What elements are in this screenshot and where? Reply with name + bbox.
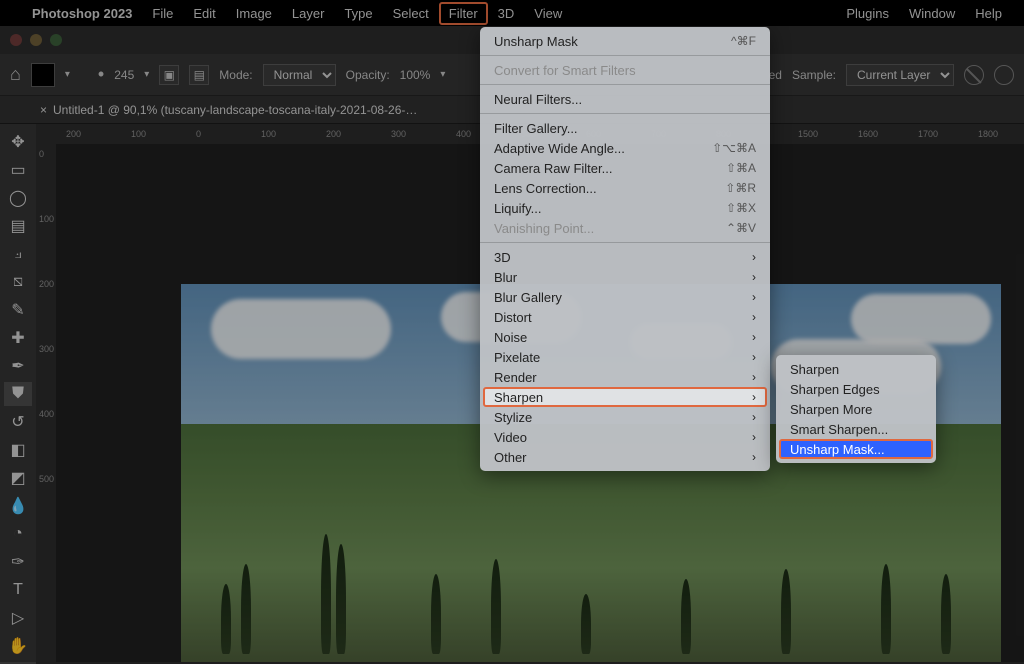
- marquee-tool[interactable]: ▭: [4, 158, 32, 182]
- sharpen-smart[interactable]: Smart Sharpen...: [776, 419, 936, 439]
- tool-preset-swatch[interactable]: [31, 63, 55, 87]
- filter-distort-submenu[interactable]: Distort›: [480, 307, 770, 327]
- app-name[interactable]: Photoshop 2023: [22, 2, 142, 25]
- filter-vanishing-point: Vanishing Point...⌃⌘V: [480, 218, 770, 238]
- filter-sharpen-submenu[interactable]: Sharpen›: [483, 387, 767, 407]
- brush-settings-icon[interactable]: ▤: [189, 65, 209, 85]
- pressure-icon[interactable]: [994, 65, 1014, 85]
- hand-tool[interactable]: ✋: [4, 634, 32, 658]
- filter-last[interactable]: Unsharp Mask^⌘F: [480, 31, 770, 51]
- opacity-label: Opacity:: [346, 68, 390, 82]
- filter-convert-smart: Convert for Smart Filters: [480, 60, 770, 80]
- menu-view[interactable]: View: [524, 2, 572, 25]
- filter-lens-correction[interactable]: Lens Correction...⇧⌘R: [480, 178, 770, 198]
- close-dot[interactable]: [10, 34, 22, 46]
- brush-panel-icon[interactable]: ▣: [159, 65, 179, 85]
- menu-file[interactable]: File: [142, 2, 183, 25]
- eyedropper-tool[interactable]: ✎: [4, 298, 32, 322]
- wand-tool[interactable]: ▤: [4, 214, 32, 238]
- ignore-adjustments-icon[interactable]: [964, 65, 984, 85]
- ruler-vertical[interactable]: 0 100 200 300 400 500: [36, 144, 56, 662]
- close-tab-icon[interactable]: ×: [40, 103, 47, 117]
- menu-filter[interactable]: Filter: [439, 2, 488, 25]
- brush-dot-icon: •: [98, 64, 104, 85]
- menu-edit[interactable]: Edit: [183, 2, 225, 25]
- filter-render-submenu[interactable]: Render›: [480, 367, 770, 387]
- filter-noise-submenu[interactable]: Noise›: [480, 327, 770, 347]
- opacity-value[interactable]: 100%: [400, 68, 431, 82]
- sharpen-submenu: Sharpen Sharpen Edges Sharpen More Smart…: [776, 355, 936, 463]
- menu-select[interactable]: Select: [383, 2, 439, 25]
- minimize-dot[interactable]: [30, 34, 42, 46]
- menu-help[interactable]: Help: [965, 2, 1012, 25]
- mode-label: Mode:: [219, 68, 252, 82]
- filter-blur-submenu[interactable]: Blur›: [480, 267, 770, 287]
- crop-tool[interactable]: ⟓: [4, 242, 32, 266]
- brush-tool[interactable]: ✒: [4, 354, 32, 378]
- filter-gallery[interactable]: Filter Gallery...: [480, 118, 770, 138]
- macos-menubar: Photoshop 2023 File Edit Image Layer Typ…: [0, 0, 1024, 26]
- menu-layer[interactable]: Layer: [282, 2, 335, 25]
- sharpen-sharpen[interactable]: Sharpen: [776, 359, 936, 379]
- menu-plugins[interactable]: Plugins: [836, 2, 899, 25]
- filter-stylize-submenu[interactable]: Stylize›: [480, 407, 770, 427]
- sharpen-edges[interactable]: Sharpen Edges: [776, 379, 936, 399]
- home-icon[interactable]: ⌂: [10, 64, 21, 85]
- clone-stamp-tool[interactable]: ⛊: [4, 382, 32, 406]
- tools-panel: ✥ ▭ ◯ ▤ ⟓ ⧅ ✎ ✚ ✒ ⛊ ↺ ◧ ◩ 💧 ◔ ✑ T ▷ ✋: [0, 124, 36, 664]
- sample-select[interactable]: Current Layer: [846, 64, 954, 86]
- filter-3d-submenu[interactable]: 3D›: [480, 247, 770, 267]
- chevron-down-icon[interactable]: ▾: [65, 69, 70, 80]
- eraser-tool[interactable]: ◧: [4, 438, 32, 462]
- blur-tool[interactable]: 💧: [4, 494, 32, 518]
- menu-type[interactable]: Type: [334, 2, 382, 25]
- sharpen-more[interactable]: Sharpen More: [776, 399, 936, 419]
- move-tool[interactable]: ✥: [4, 130, 32, 154]
- filter-adaptive-wide-angle[interactable]: Adaptive Wide Angle...⇧⌥⌘A: [480, 138, 770, 158]
- chevron-down-icon[interactable]: ▾: [440, 69, 445, 80]
- filter-camera-raw[interactable]: Camera Raw Filter...⇧⌘A: [480, 158, 770, 178]
- sharpen-unsharp-mask[interactable]: Unsharp Mask...: [779, 439, 933, 459]
- history-brush-tool[interactable]: ↺: [4, 410, 32, 434]
- chevron-down-icon[interactable]: ▾: [144, 69, 149, 80]
- frame-tool[interactable]: ⧅: [4, 270, 32, 294]
- filter-blur-gallery-submenu[interactable]: Blur Gallery›: [480, 287, 770, 307]
- menu-3d[interactable]: 3D: [488, 2, 525, 25]
- type-tool[interactable]: T: [4, 578, 32, 602]
- blend-mode-select[interactable]: Normal: [263, 64, 336, 86]
- filter-video-submenu[interactable]: Video›: [480, 427, 770, 447]
- lasso-tool[interactable]: ◯: [4, 186, 32, 210]
- document-tab-title[interactable]: Untitled-1 @ 90,1% (tuscany-landscape-to…: [53, 103, 417, 117]
- filter-pixelate-submenu[interactable]: Pixelate›: [480, 347, 770, 367]
- filter-neural[interactable]: Neural Filters...: [480, 89, 770, 109]
- menu-window[interactable]: Window: [899, 2, 965, 25]
- menu-image[interactable]: Image: [226, 2, 282, 25]
- sample-label: Sample:: [792, 68, 836, 82]
- heal-tool[interactable]: ✚: [4, 326, 32, 350]
- gradient-tool[interactable]: ◩: [4, 466, 32, 490]
- filter-liquify[interactable]: Liquify...⇧⌘X: [480, 198, 770, 218]
- path-select-tool[interactable]: ▷: [4, 606, 32, 630]
- brush-size[interactable]: 245: [114, 68, 134, 82]
- trailing-ed: ed: [769, 68, 782, 82]
- dodge-tool[interactable]: ◔: [4, 522, 32, 546]
- filter-other-submenu[interactable]: Other›: [480, 447, 770, 467]
- filter-menu: Unsharp Mask^⌘F Convert for Smart Filter…: [480, 27, 770, 471]
- maximize-dot[interactable]: [50, 34, 62, 46]
- pen-tool[interactable]: ✑: [4, 550, 32, 574]
